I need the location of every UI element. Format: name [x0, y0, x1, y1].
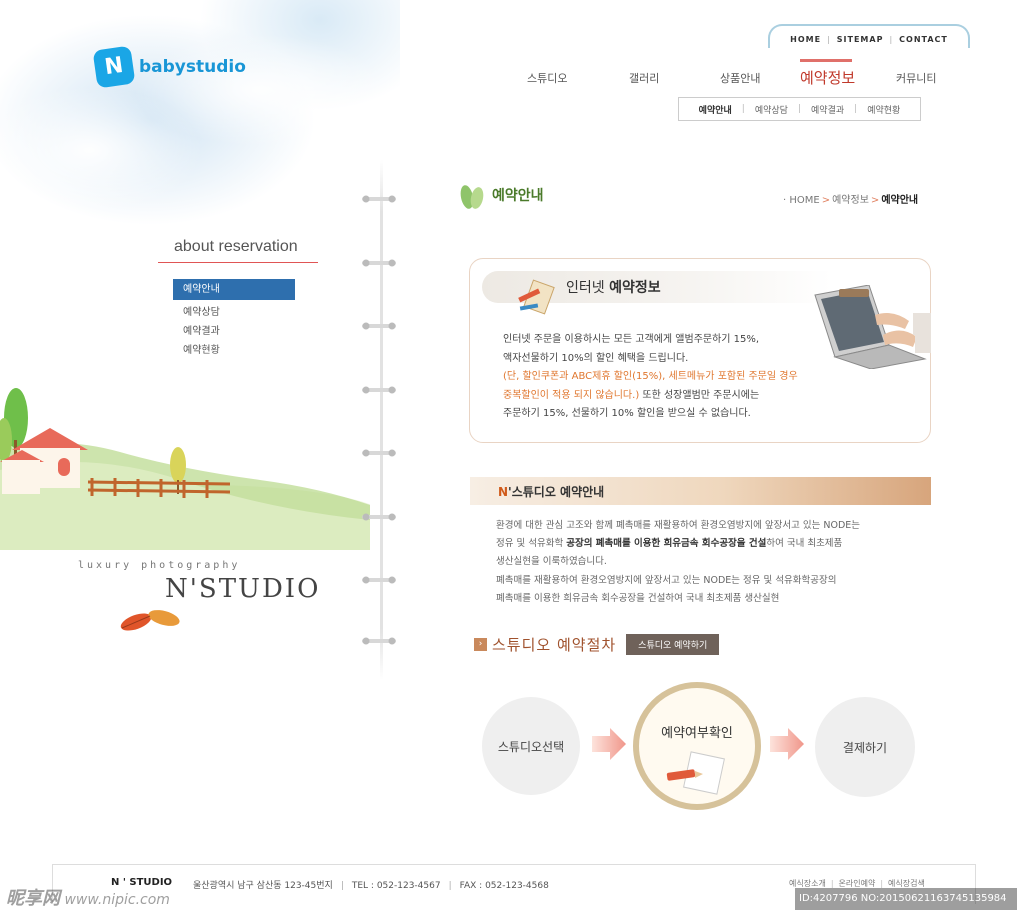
info-line: 인터넷 주문을 이용하시는 모든 고객에게 앨범주문하기 15%,	[503, 334, 760, 345]
binder-ring-icon	[362, 576, 396, 584]
studio-line: 폐촉매를 이용한 희유금속 회수공장을 건설하여 국내 최초제품 생산실현	[496, 592, 780, 604]
paper-pencil-icon	[666, 751, 725, 795]
studio-title-n: N	[498, 485, 509, 499]
studio-line: 하여 국내 최초제품	[766, 538, 843, 550]
nav-item-community[interactable]: 커뮤니티	[896, 70, 936, 86]
watermark-id: ID:4207796 NO:20150621163745135984	[795, 888, 1017, 910]
flow-arrow-icon	[770, 728, 804, 760]
breadcrumb-current: 예약안내	[881, 195, 919, 206]
nav-item-products[interactable]: 상품안내	[720, 70, 760, 86]
sub-nav-item-guide[interactable]: 예약안내	[699, 103, 732, 116]
studio-section-title: N'스튜디오 예약안내	[498, 483, 604, 500]
sub-nav-item-status[interactable]: 예약현황	[867, 103, 900, 116]
info-notice-line: (단, 할인쿠폰과 ABC제휴 할인(15%), 세트메뉴가 포함된 주문일 경…	[503, 371, 798, 383]
flow-arrow-icon	[592, 728, 626, 760]
util-contact-link[interactable]: CONTACT	[899, 35, 948, 44]
watermark-site-name: 昵享网	[6, 888, 60, 909]
sub-nav-item-result[interactable]: 예약결과	[811, 103, 844, 116]
nav-item-reservation[interactable]: 예약정보	[800, 67, 855, 88]
sub-nav-separator: |	[797, 104, 802, 114]
breadcrumb: · HOME > 예약정보 > 예약안내	[783, 191, 918, 206]
laptop-typing-illustration	[814, 285, 931, 369]
landscape-illustration	[0, 388, 370, 550]
binder-spine	[380, 160, 383, 680]
sidebar-item-reservation-status[interactable]: 예약현황	[173, 341, 295, 360]
ring-binder	[362, 160, 400, 680]
binder-ring-icon	[362, 513, 396, 521]
sub-nav-item-consult[interactable]: 예약상담	[755, 103, 788, 116]
binder-ring-icon	[362, 449, 396, 457]
info-title-pre: 인터넷	[566, 280, 610, 296]
studio-section-header: N'스튜디오 예약안내	[470, 477, 931, 505]
watermark-site: 昵享网 www.nipic.com	[6, 884, 170, 910]
logo-badge-icon: N	[92, 45, 136, 89]
page-title-text: 예약안내	[492, 188, 544, 204]
autumn-leaves-icon	[120, 610, 180, 631]
step-label: 예약여부확인	[661, 726, 733, 741]
util-home-link[interactable]: HOME	[790, 35, 821, 44]
notebook-pencil-icon	[518, 279, 555, 315]
sidebar-item-reservation-result[interactable]: 예약결과	[173, 322, 295, 341]
logo[interactable]: N babystudio	[92, 45, 246, 89]
binder-ring-icon	[362, 259, 396, 267]
info-box-body: 인터넷 주문을 이용하시는 모든 고객에게 앨범주문하기 15%, 액자선물하기…	[503, 331, 833, 424]
tagline-subtitle: luxury photography	[78, 560, 241, 571]
process-step-payment: 결제하기	[815, 697, 915, 797]
logo-text: babystudio	[139, 57, 246, 77]
sidebar-heading: about reservation	[174, 238, 298, 255]
tagline-title: N'STUDIO	[165, 574, 321, 604]
studio-line: 폐촉매를 재활용하여 환경오염방지에 앞장서고 있는 NODE는 정유 및 석유…	[496, 574, 837, 586]
binder-ring-icon	[362, 322, 396, 330]
info-notice-line: 중복할인이 적용 되지 않습니다.)	[503, 389, 640, 401]
process-title: 스튜디오 예약절차	[492, 636, 617, 654]
studio-section-body: 환경에 대한 관심 고조와 함께 폐촉매를 재활용하여 환경오염방지에 앞장서고…	[496, 517, 916, 608]
util-separator: |	[889, 34, 894, 44]
nav-active-indicator	[800, 59, 852, 62]
studio-line: 정유 및 석유화학	[496, 538, 567, 550]
sub-nav: 예약안내 | 예약상담 | 예약결과 | 예약현황	[678, 97, 921, 121]
sidebar-item-reservation-consult[interactable]: 예약상담	[173, 303, 295, 322]
binder-ring-icon	[362, 386, 396, 394]
sub-nav-separator: |	[741, 104, 745, 114]
sidebar-heading-underline	[158, 262, 318, 263]
studio-line-bold: 공장의 폐촉매를 이용한 희유금속 회수공장을 건설	[566, 538, 767, 550]
watermark-site-url: www.nipic.com	[60, 892, 170, 908]
breadcrumb-home[interactable]: HOME	[789, 195, 819, 206]
process-step-select-studio: 스튜디오선택	[482, 697, 580, 795]
info-line: 주문하기 15%, 선물하기 10% 할인을 받으실 수 없습니다.	[503, 408, 751, 420]
step-label: 결제하기	[842, 740, 888, 755]
leaf-icon	[460, 185, 484, 209]
main-nav: 스튜디오 갤러리 상품안내 예약정보 커뮤니티	[520, 67, 940, 90]
breadcrumb-section[interactable]: 예약정보	[832, 195, 869, 206]
arrow-right-icon: ›	[474, 638, 487, 651]
util-separator: |	[827, 34, 831, 44]
studio-title-rest: '스튜디오 예약안내	[508, 485, 605, 499]
util-sitemap-link[interactable]: SITEMAP	[837, 35, 884, 44]
info-box-title: 인터넷 예약정보	[566, 277, 661, 297]
sidebar-item-reservation-guide[interactable]: 예약안내	[173, 279, 295, 300]
utility-nav: HOME | SITEMAP | CONTACT	[768, 24, 970, 48]
nav-item-gallery[interactable]: 갤러리	[629, 70, 659, 86]
watermark: 昵享网 www.nipic.com ID:4207796 NO:20150621…	[0, 880, 1024, 915]
studio-line: 생산실현을 이룩하였습니다.	[496, 556, 607, 568]
step-label: 스튜디오선택	[497, 739, 565, 754]
binder-ring-icon	[362, 195, 396, 203]
breadcrumb-arrow: >	[821, 195, 831, 206]
info-line: 액자선물하기 10%의 할인 혜택을 드립니다.	[503, 352, 689, 364]
info-title-bold: 예약정보	[609, 280, 661, 296]
internet-reservation-box: 인터넷 예약정보 인터넷 주문을 이용하시는 모든 고객에게 앨범주문하기 15…	[469, 258, 931, 443]
studio-line: 환경에 대한 관심 고조와 함께 폐촉매를 재활용하여 환경오염방지에 앞장서고…	[496, 520, 861, 531]
page-title: 예약안내	[458, 180, 544, 210]
sub-nav-separator: |	[854, 104, 858, 114]
process-step-confirm: 예약여부확인	[633, 682, 761, 810]
info-line: 또한 성장앨범만 주문시에는	[639, 389, 760, 401]
book-studio-button[interactable]: 스튜디오 예약하기	[626, 634, 720, 655]
sidebar-nav: 예약안내 예약상담 예약결과 예약현황	[173, 279, 295, 360]
process-header: › 스튜디오 예약절차 스튜디오 예약하기	[474, 634, 720, 655]
nav-item-studio[interactable]: 스튜디오	[527, 70, 567, 86]
breadcrumb-arrow: >	[870, 195, 880, 206]
binder-ring-icon	[362, 637, 396, 645]
breadcrumb-bullet: ·	[783, 195, 787, 206]
